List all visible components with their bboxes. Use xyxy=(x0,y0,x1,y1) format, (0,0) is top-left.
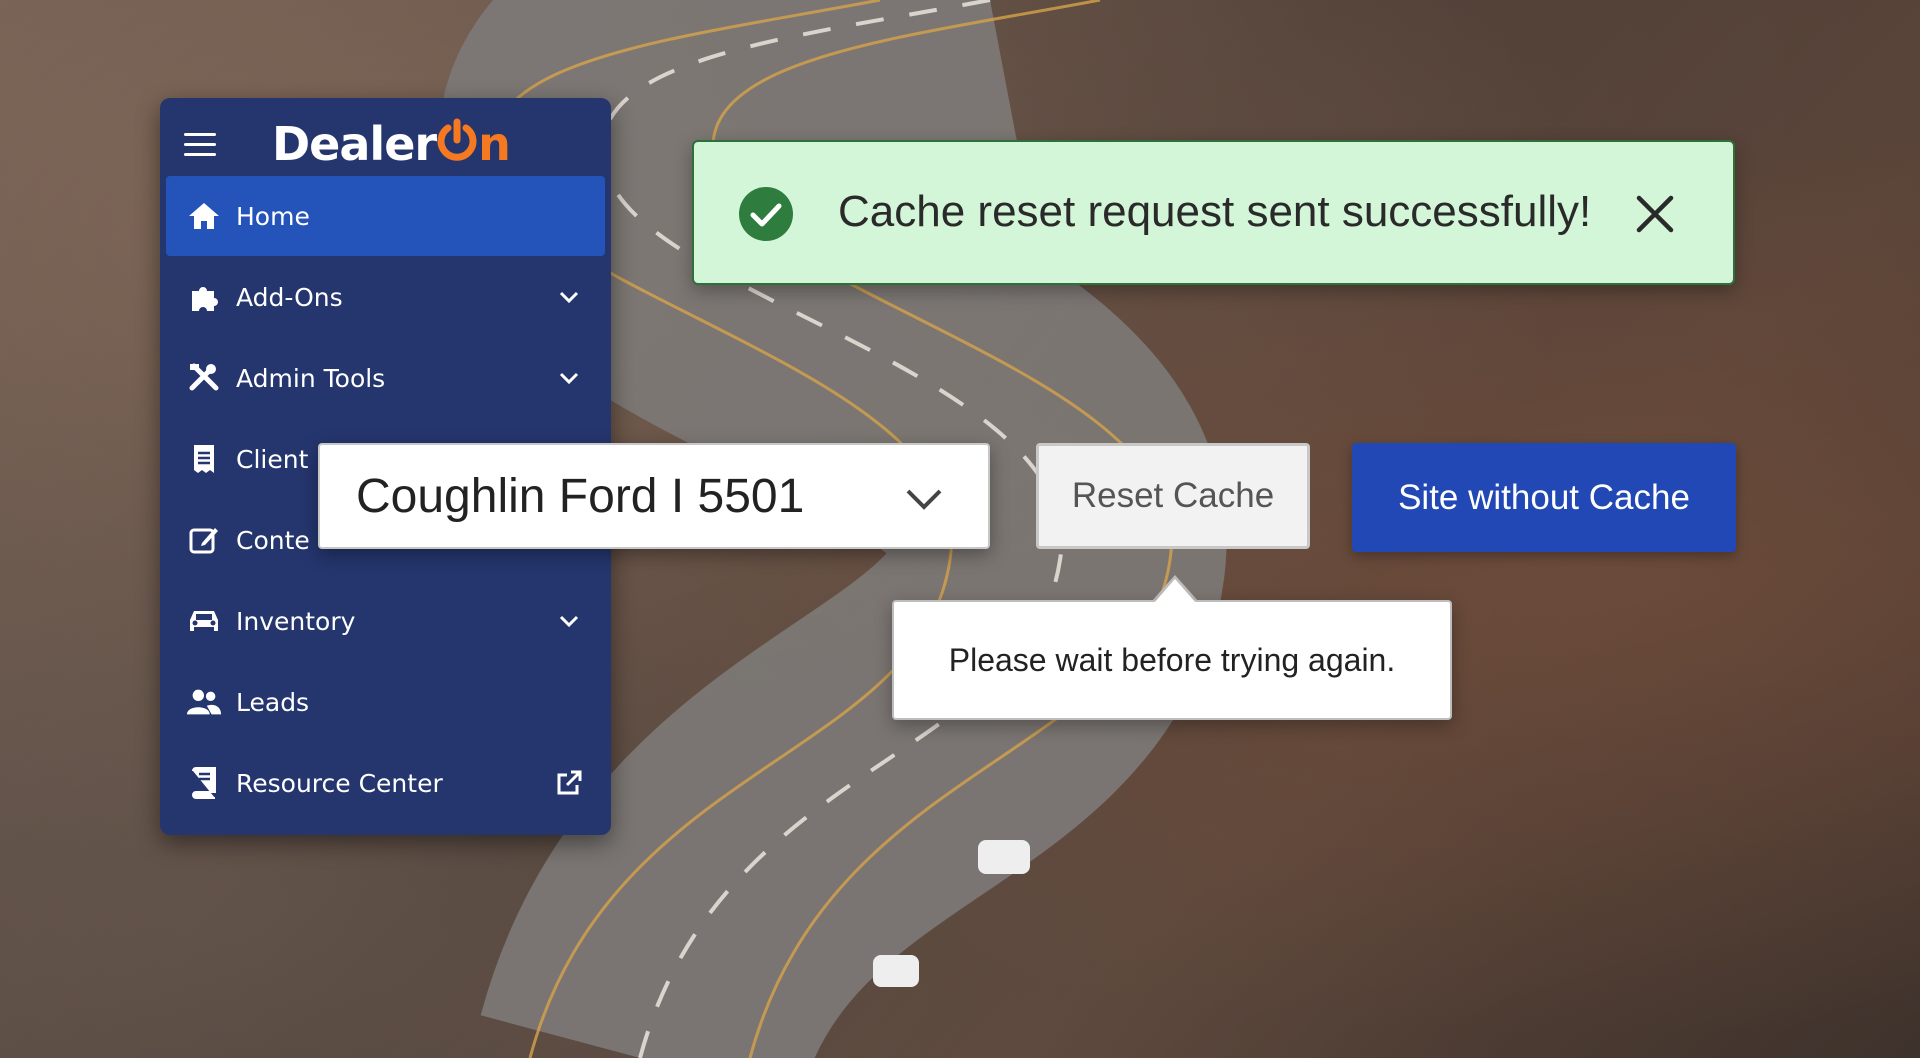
sidebar-item-inventory[interactable]: Inventory xyxy=(166,581,605,661)
sidebar-item-label: Inventory xyxy=(236,606,356,636)
sidebar-item-leads[interactable]: Leads xyxy=(166,662,605,742)
dealer-select-value: Coughlin Ford I 5501 xyxy=(356,470,805,523)
success-toast: Cache reset request sent successfully! xyxy=(692,140,1735,285)
chevron-down-icon xyxy=(906,489,942,510)
sidebar-item-label: Add-Ons xyxy=(236,282,343,312)
check-circle-icon xyxy=(739,187,793,241)
reset-cache-button[interactable]: Reset Cache xyxy=(1036,443,1310,549)
tooltip: Please wait before trying again. xyxy=(892,600,1452,720)
tooltip-text: Please wait before trying again. xyxy=(948,641,1396,678)
car-icon xyxy=(186,603,222,639)
receipt-icon xyxy=(186,441,222,477)
chevron-down-icon[interactable] xyxy=(557,285,581,309)
sidebar-item-label: Resource Center xyxy=(236,768,443,798)
sidebar-item-label: Conte xyxy=(236,525,310,555)
external-link-icon[interactable] xyxy=(555,769,583,797)
site-without-cache-button[interactable]: Site without Cache xyxy=(1352,443,1736,552)
close-icon[interactable] xyxy=(1633,192,1677,236)
sidebar-item-label: Leads xyxy=(236,687,310,717)
sidebar-item-add-ons[interactable]: Add-Ons xyxy=(166,257,605,337)
users-icon xyxy=(186,684,222,720)
book-icon xyxy=(186,765,222,801)
tooltip-arrow-fill xyxy=(1154,579,1196,603)
car-shape xyxy=(873,955,919,987)
toast-message: Cache reset request sent successfully! xyxy=(838,187,1592,236)
puzzle-icon xyxy=(186,279,222,315)
dealer-select[interactable]: Coughlin Ford I 5501 xyxy=(318,443,990,549)
sidebar-item-label: Home xyxy=(236,201,310,231)
tools-icon xyxy=(186,360,222,396)
sidebar-item-home[interactable]: Home xyxy=(166,176,605,256)
edit-icon xyxy=(186,522,222,558)
hamburger-menu-icon[interactable] xyxy=(184,133,216,157)
sidebar-item-resource-center[interactable]: Resource Center xyxy=(166,743,605,823)
dealeron-logo[interactable]: Dealer n xyxy=(272,114,511,174)
home-icon xyxy=(186,198,222,234)
power-icon xyxy=(437,118,477,161)
sidebar-item-admin-tools[interactable]: Admin Tools xyxy=(166,338,605,418)
chevron-down-icon[interactable] xyxy=(557,609,581,633)
sidebar-item-label: Client xyxy=(236,444,309,474)
sidebar-item-label: Admin Tools xyxy=(236,363,386,393)
car-shape xyxy=(978,840,1030,874)
chevron-down-icon[interactable] xyxy=(557,366,581,390)
